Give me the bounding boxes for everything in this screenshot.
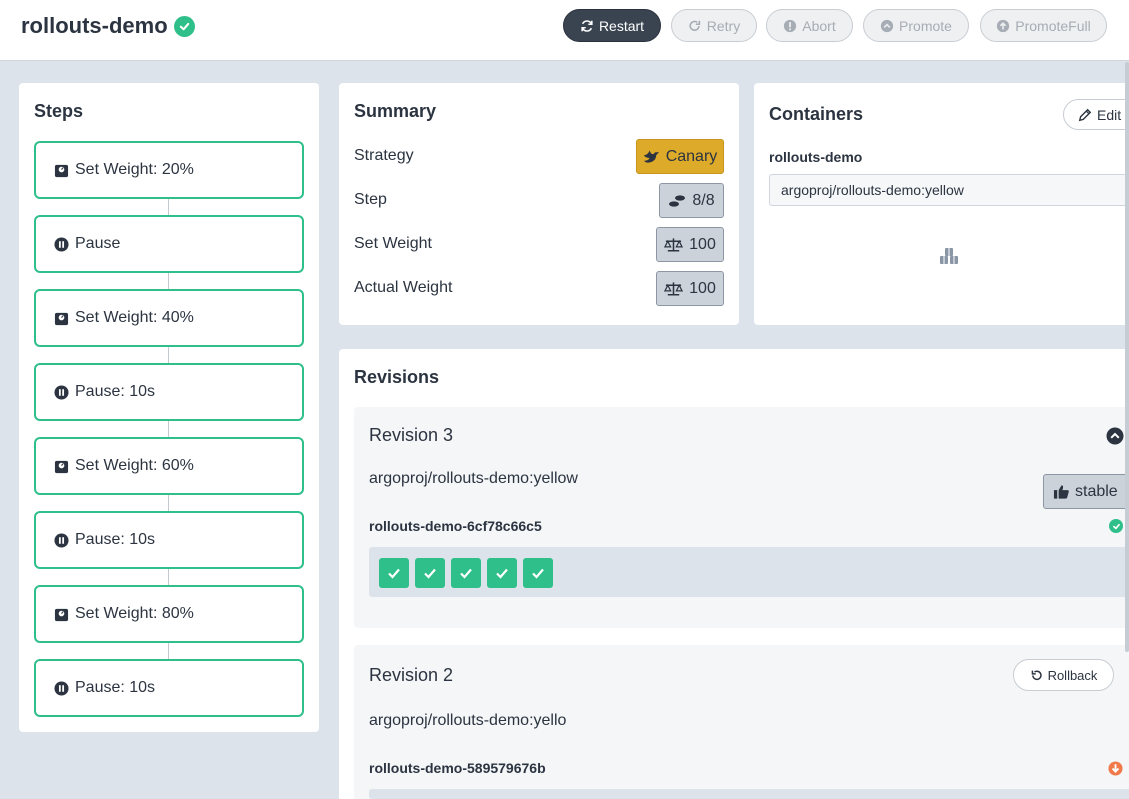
containers-title: Containers [769, 104, 864, 124]
pod-strip [369, 789, 1129, 799]
revision-image: argoproj/rollouts-demo:yellow [369, 470, 578, 487]
rollout-name: rollouts-demo [21, 13, 168, 38]
replicaset-name: rollouts-demo-589579676b [369, 760, 546, 776]
healthy-check-icon [1109, 519, 1123, 533]
container-name: rollouts-demo [769, 149, 863, 165]
pause-icon [54, 236, 69, 252]
step-connector [168, 199, 169, 215]
rollback-button[interactable]: Rollback [1013, 659, 1114, 691]
step-badge: 8/8 [659, 183, 724, 218]
weight-icon [54, 312, 69, 325]
pod-healthy[interactable] [451, 558, 481, 588]
arrow-up-circle-icon [997, 19, 1010, 32]
promote-full-button[interactable]: PromoteFull [980, 9, 1107, 42]
step-item[interactable]: Set Weight: 20% [34, 141, 304, 199]
check-icon [460, 568, 472, 579]
pod-healthy[interactable] [415, 558, 445, 588]
weight-icon [54, 164, 69, 177]
set-weight-badge: 100 [656, 227, 724, 262]
pause-icon [54, 680, 69, 696]
check-icon [532, 568, 544, 579]
strategy-badge: Canary [636, 139, 724, 174]
step-connector [168, 643, 169, 659]
shoe-prints-icon [669, 194, 686, 207]
header: rollouts-demo Restart Retry Abort Promot… [0, 0, 1129, 61]
check-icon [424, 568, 436, 579]
pause-icon [54, 532, 69, 548]
pause-icon [54, 384, 69, 400]
pod-healthy[interactable] [487, 558, 517, 588]
healthy-check-icon [173, 15, 195, 37]
weight-icon [54, 608, 69, 621]
abort-button[interactable]: Abort [766, 9, 853, 42]
actual-weight-badge: 100 [656, 271, 724, 306]
restart-button[interactable]: Restart [563, 9, 661, 42]
dove-icon [643, 149, 659, 163]
steps-title: Steps [34, 101, 84, 121]
step-item[interactable]: Pause: 10s [34, 659, 304, 717]
balance-scale-icon [664, 237, 684, 251]
redo-icon [689, 20, 700, 31]
revision-title: Revision 3 [369, 425, 454, 445]
pod-healthy[interactable] [379, 558, 409, 588]
step-item[interactable]: Set Weight: 80% [34, 585, 304, 643]
step-connector [168, 421, 169, 437]
actual-weight-label: Actual Weight [354, 279, 453, 296]
set-weight-label: Set Weight [354, 235, 432, 252]
summary-title: Summary [354, 101, 437, 121]
pencil-icon [1078, 108, 1092, 121]
pod-healthy[interactable] [523, 558, 553, 588]
balance-scale-icon [664, 281, 684, 295]
stable-badge: stable [1043, 474, 1129, 509]
weight-icon [54, 460, 69, 473]
exclamation-circle-icon [784, 19, 797, 32]
sync-icon [581, 19, 593, 32]
thumbs-up-icon [1053, 484, 1069, 499]
step-item[interactable]: Set Weight: 60% [34, 437, 304, 495]
cubes-icon [940, 248, 958, 264]
step-item[interactable]: Set Weight: 40% [34, 289, 304, 347]
check-icon [496, 568, 508, 579]
strategy-label: Strategy [354, 147, 414, 164]
step-item[interactable]: Pause [34, 215, 304, 273]
step-connector [168, 273, 169, 289]
chevron-up-circle-icon[interactable] [1106, 427, 1124, 445]
undo-icon [1031, 670, 1042, 680]
step-item[interactable]: Pause: 10s [34, 511, 304, 569]
scaled-down-arrow-icon [1108, 761, 1123, 776]
check-icon [388, 568, 400, 579]
step-connector [168, 347, 169, 363]
chevron-up-circle-icon [880, 19, 894, 32]
replicaset-name: rollouts-demo-6cf78c66c5 [369, 518, 542, 534]
step-connector [168, 495, 169, 511]
container-image-input[interactable] [769, 174, 1129, 206]
step-label: Step [354, 191, 387, 208]
revisions-title: Revisions [354, 367, 440, 387]
revision-title: Revision 2 [369, 665, 454, 685]
step-connector [168, 569, 169, 585]
promote-button[interactable]: Promote [863, 9, 969, 42]
retry-button[interactable]: Retry [671, 9, 757, 42]
rollout-title: rollouts-demo [21, 13, 195, 39]
pod-strip [369, 547, 1129, 597]
edit-button[interactable]: Edit [1063, 99, 1129, 130]
revision-image: argoproj/rollouts-demo:yello [369, 712, 567, 729]
step-item[interactable]: Pause: 10s [34, 363, 304, 421]
page-scrollbar[interactable] [1125, 62, 1129, 652]
